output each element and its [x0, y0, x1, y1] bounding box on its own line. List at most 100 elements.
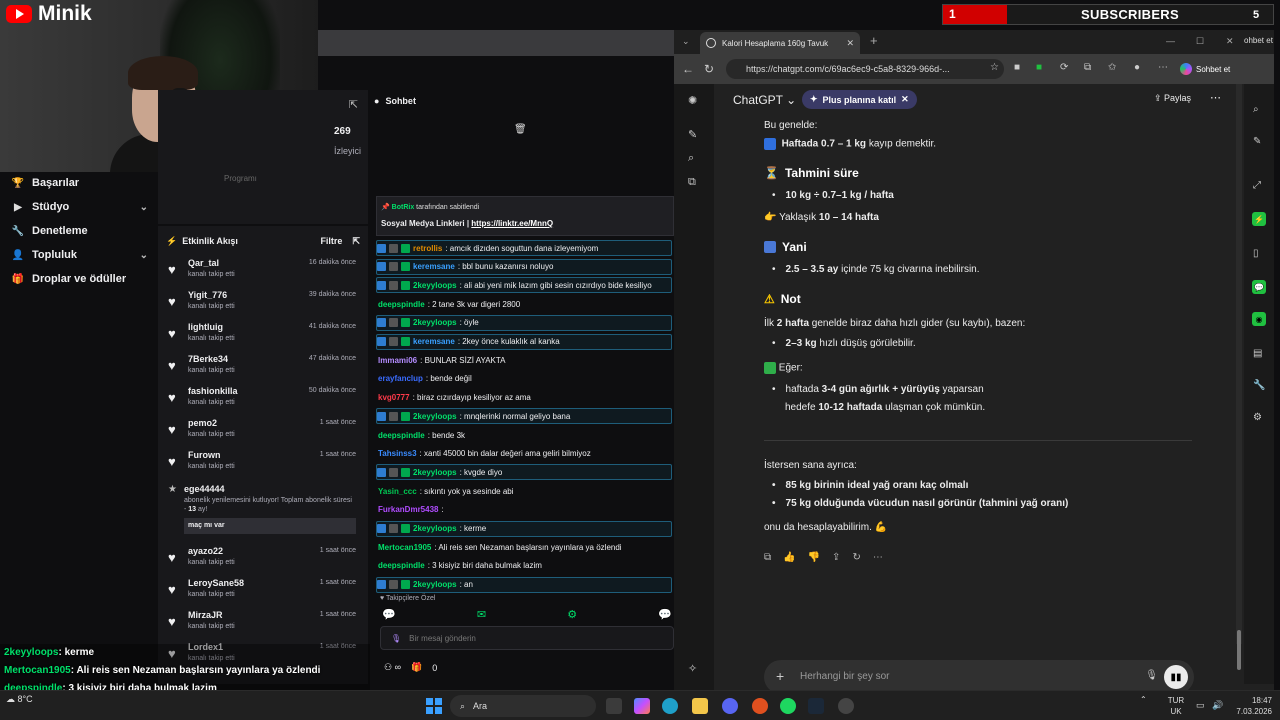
copilot-app-icon[interactable] [634, 698, 650, 714]
regenerate-icon[interactable]: ↻ [852, 552, 860, 563]
browser-app-icon[interactable] [752, 698, 768, 714]
message-icon[interactable]: ✉ [477, 608, 486, 621]
nav-item-moderation[interactable]: 🔧 Denetleme [12, 222, 148, 240]
more-icon[interactable]: ⋯ [873, 552, 883, 563]
spotify-app-icon[interactable] [780, 698, 796, 714]
chat-username[interactable]: erayfanclup [378, 374, 423, 383]
thumbs-down-icon[interactable]: 👎 [808, 552, 820, 563]
thumbs-up-icon[interactable]: 👍 [783, 552, 795, 563]
clock[interactable]: 18:47 7.03.2026 [1230, 695, 1272, 717]
close-icon[interactable]: ✕ [901, 94, 909, 105]
attach-plus-icon[interactable]: + [776, 668, 784, 684]
windows-start-icon[interactable] [426, 698, 442, 714]
chat-username[interactable]: FurkanDmr5438 [378, 505, 438, 514]
chat-username[interactable]: 2keyyloops [413, 580, 457, 589]
edge-app-icon[interactable] [662, 698, 678, 714]
extension-icon[interactable]: ■ [1036, 62, 1042, 73]
extension-icon[interactable]: ⟳ [1060, 62, 1068, 73]
chat-input[interactable]: 🎙 Bir mesaj gönderin [380, 626, 674, 650]
wrench-icon[interactable]: 🔧 [1253, 380, 1265, 391]
chat-icon[interactable]: 💬 [1252, 280, 1266, 294]
close-tab-icon[interactable]: ✕ [846, 38, 854, 49]
task-view-icon[interactable] [606, 698, 622, 714]
network-icon[interactable]: ▭ [1196, 700, 1205, 711]
message-composer[interactable]: + Herhangi bir şey sor 🎙 ▮▮ [764, 660, 1194, 694]
scrollbar-thumb[interactable] [1237, 630, 1241, 670]
extension-icon[interactable]: ■ [1014, 62, 1020, 73]
file-explorer-icon[interactable] [692, 698, 708, 714]
tray-overflow-icon[interactable]: ⌃ [1140, 695, 1147, 704]
model-selector[interactable]: ChatGPT ⌄ [733, 93, 796, 107]
url-field[interactable]: https://chatgpt.com/c/69ac6ec9-c5a8-8329… [726, 59, 1004, 79]
active-tab[interactable]: Kalori Hesaplama 160g Tavuk ✕ [700, 32, 860, 54]
back-icon[interactable]: ← [682, 62, 694, 76]
minimize-icon[interactable]: — [1166, 36, 1175, 46]
share-button[interactable]: ⇪ Paylaş [1154, 93, 1191, 104]
channel-points-icon[interactable]: ⚇ ∞ [384, 662, 401, 673]
volume-icon[interactable]: 🔊 [1212, 700, 1223, 711]
chat-username[interactable]: 2keyyloops [413, 281, 457, 290]
pinned-link[interactable]: https://linktr.ee/MnnQ [471, 219, 553, 228]
weather-widget[interactable]: ☁ 8°C [6, 694, 33, 705]
chat-username[interactable]: deepspindle [378, 300, 425, 309]
obs-app-icon[interactable] [838, 698, 854, 714]
openai-logo-icon[interactable]: ✺ [688, 94, 697, 107]
more-options-icon[interactable]: ⋯ [1210, 91, 1221, 104]
voice-mode-icon[interactable]: ▮▮ [1164, 665, 1188, 689]
extensions-puzzle-icon[interactable]: ⧉ [1084, 62, 1091, 73]
new-tab-icon[interactable]: + [870, 33, 878, 48]
nav-item-achievements[interactable]: 🏆 Başarılar [12, 174, 148, 192]
nav-item-community[interactable]: 👤 Topluluk ⌄ [12, 246, 148, 264]
chat-icon[interactable]: 💬 [658, 608, 672, 621]
nav-item-drops[interactable]: 🎁 Droplar ve ödüller [12, 270, 148, 288]
gear-icon[interactable]: ⚙ [567, 608, 577, 621]
language-indicator[interactable]: TUR UK [1166, 695, 1186, 717]
chat-username[interactable]: 2keyyloops [413, 318, 457, 327]
pen-icon[interactable]: ✎ [1253, 136, 1261, 147]
trash-icon[interactable]: 🗑 [514, 124, 527, 135]
sparkle-icon[interactable]: ✧ [688, 662, 697, 675]
chat-username[interactable]: 2keyyloops [413, 524, 457, 533]
copy-icon[interactable]: ⧉ [764, 552, 771, 563]
library-icon[interactable]: ⧉ [688, 176, 696, 189]
extension-icon[interactable]: ⚡ [1252, 212, 1266, 226]
new-chat-icon[interactable]: ✎ [688, 128, 697, 141]
share-icon[interactable]: ⇪ [832, 552, 840, 563]
scrollbar[interactable] [1236, 84, 1242, 670]
taskbar-search[interactable]: ⌕ Ara [450, 695, 596, 717]
copilot-button[interactable]: Sohbet et [1180, 60, 1230, 78]
chat-username[interactable]: lmmami06 [378, 356, 417, 365]
chat-username[interactable]: Yasin_ccc [378, 487, 417, 496]
gift-icon[interactable]: 🎁 [411, 662, 422, 673]
maximize-icon[interactable]: ☐ [1196, 36, 1204, 47]
chat-username[interactable]: kvg0777 [378, 393, 410, 402]
chat-username[interactable]: 2keyyloops [413, 468, 457, 477]
copy-icon[interactable]: ▯ [1253, 248, 1259, 259]
chat-username[interactable]: keremsane [413, 337, 455, 346]
star-icon[interactable]: ☆ [990, 62, 999, 73]
more-icon[interactable]: ⋯ [1158, 62, 1168, 73]
upgrade-pill[interactable]: ✦ Plus planına katıl ✕ [802, 90, 917, 109]
favorites-icon[interactable]: ✩ [1108, 62, 1116, 73]
discord-app-icon[interactable] [722, 698, 738, 714]
chat-username[interactable]: Tahsinss3 [378, 449, 417, 458]
settings-icon[interactable]: ⚙ [1253, 412, 1262, 423]
popout-icon[interactable]: ⇱ [352, 236, 360, 247]
popout-icon[interactable]: ⇱ [349, 98, 358, 111]
search-icon[interactable]: ⌕ [688, 152, 694, 165]
chat-username[interactable]: keremsane [413, 262, 455, 271]
steam-app-icon[interactable] [808, 698, 824, 714]
filter-button[interactable]: Filtre [320, 236, 342, 246]
mic-icon[interactable]: 🎙 [1145, 670, 1158, 681]
search-icon[interactable]: ⌕ [1253, 104, 1259, 115]
chat-username[interactable]: 2keyyloops [413, 412, 457, 421]
expand-icon[interactable]: ⤢ [1253, 180, 1261, 191]
profile-avatar-icon[interactable]: ● [1134, 62, 1140, 73]
chat-icon[interactable]: 💬 [382, 608, 396, 621]
close-window-icon[interactable]: ✕ [1226, 36, 1234, 47]
display-icon[interactable]: ▤ [1253, 348, 1262, 359]
refresh-icon[interactable]: ↻ [704, 62, 714, 76]
chat-username[interactable]: Mertocan1905 [378, 543, 431, 552]
chat-username[interactable]: deepspindle [378, 431, 425, 440]
chat-username[interactable]: retrollis [413, 244, 442, 253]
